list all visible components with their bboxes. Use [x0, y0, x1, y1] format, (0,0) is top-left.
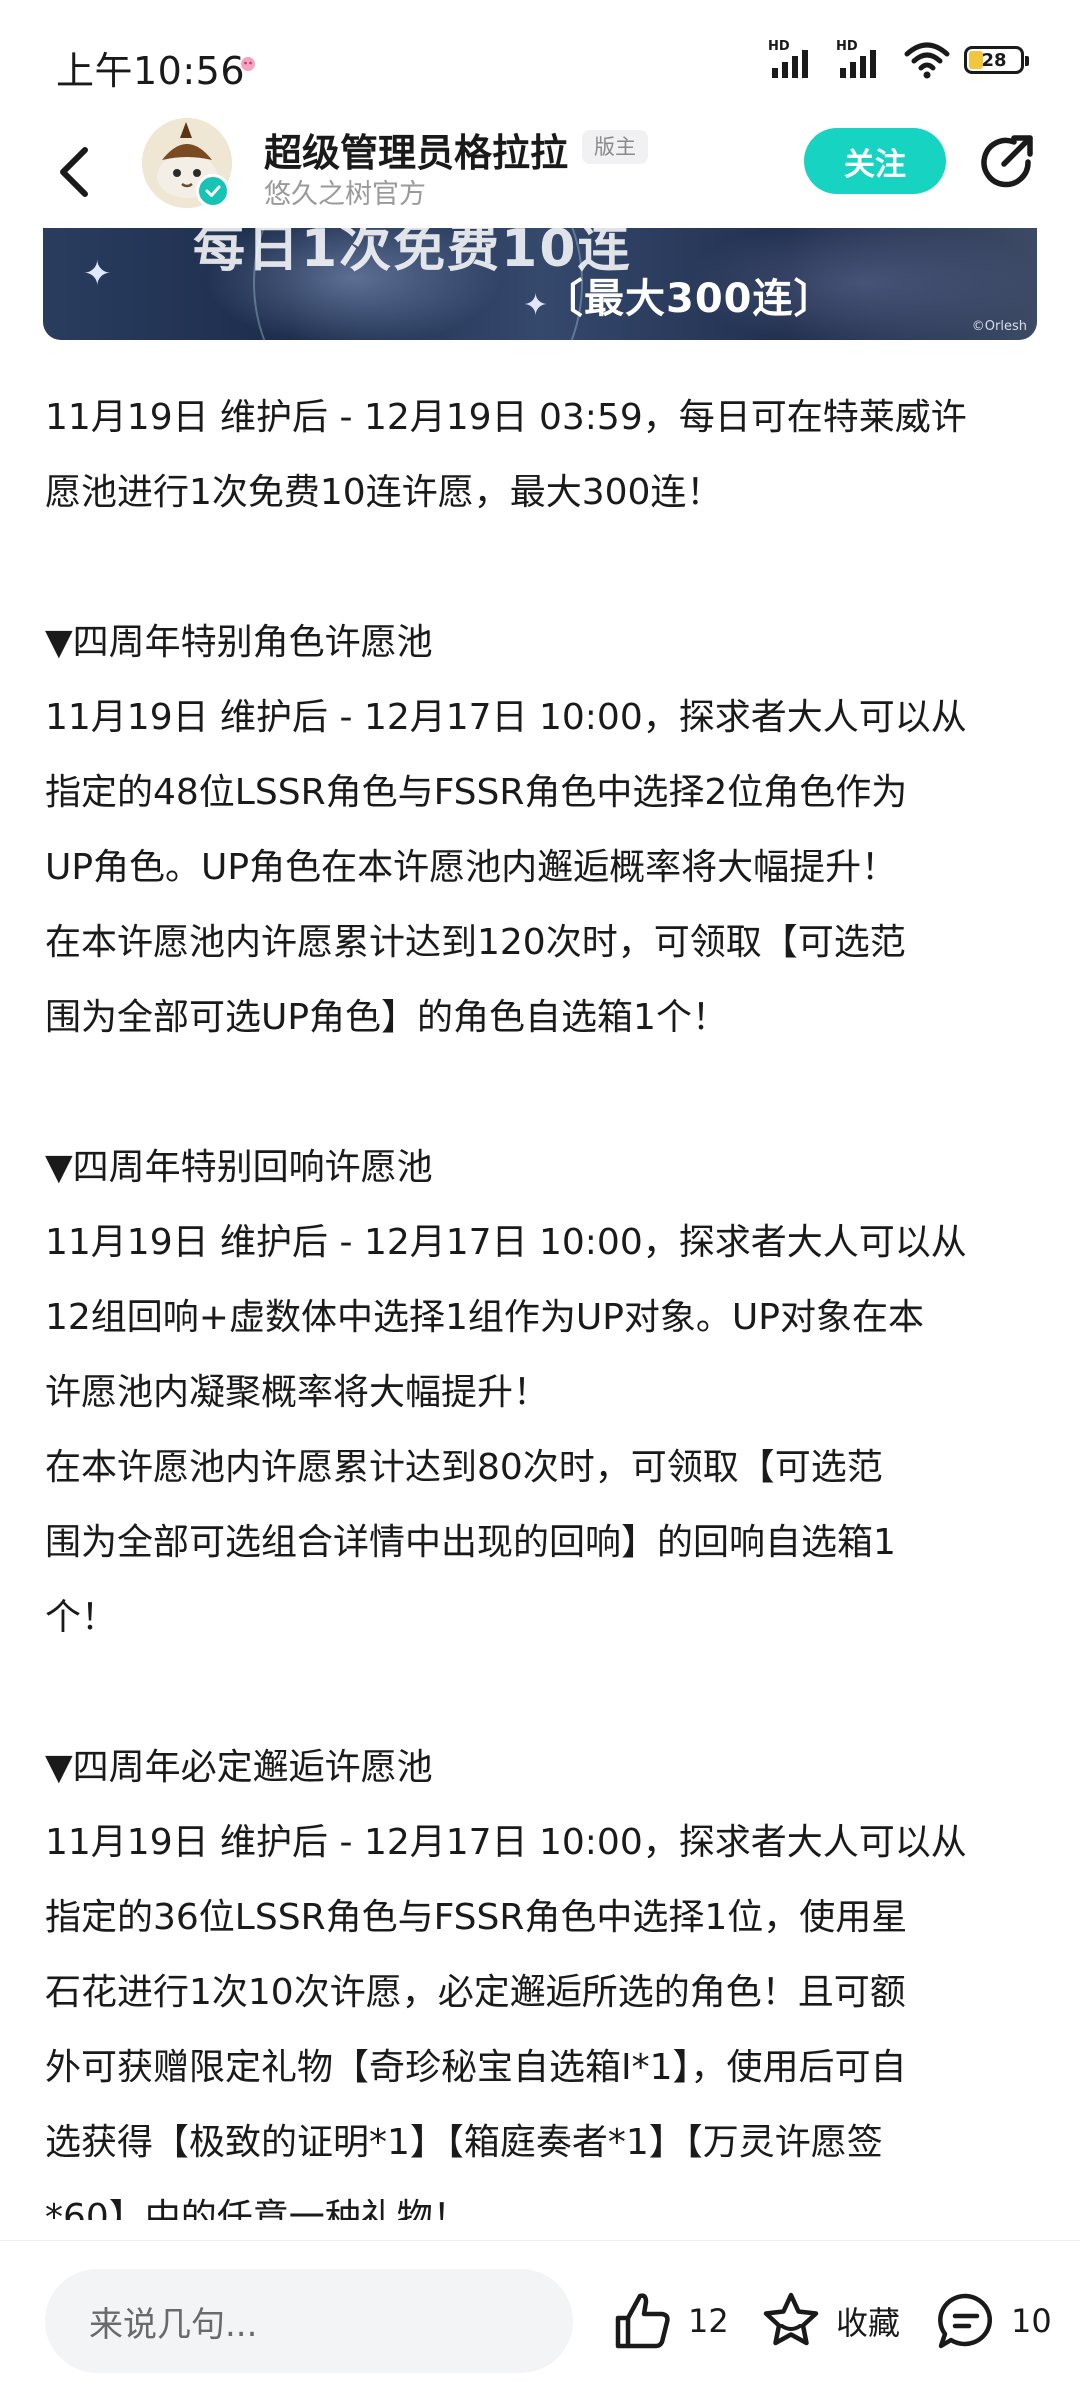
- article-line: 石花进行1次10次许愿，必定邂逅所选的角色！且可额: [45, 1972, 906, 2013]
- status-bar: 上午10:56 HD HD 28: [0, 0, 1080, 118]
- verified-badge: [196, 174, 230, 208]
- section-heading: ▼四周年特别角色许愿池: [45, 622, 433, 663]
- like-button[interactable]: 12: [612, 2281, 729, 2361]
- banner-credit: ©Orlesh: [971, 319, 1027, 334]
- article-line: 11月19日 维护后 - 12月17日 10:00，探求者大人可以从: [45, 1822, 967, 1863]
- article-line: 11月19日 维护后 - 12月19日 03:59，每日可在特莱威许: [45, 397, 967, 438]
- article-line: 在本许愿池内许愿累计达到120次时，可领取【可选范: [45, 922, 906, 963]
- article-line: 11月19日 维护后 - 12月17日 10:00，探求者大人可以从: [45, 1222, 967, 1263]
- article-line: 选获得【极致的证明*1】【箱庭奏者*1】【万灵许愿签: [45, 2122, 883, 2163]
- signal-icon: HD: [836, 40, 890, 80]
- article-line: 指定的36位LSSR角色与FSSR角色中选择1位，使用星: [45, 1897, 908, 1938]
- notification-dot-icon: [241, 57, 255, 71]
- speech-bubble-icon: [938, 2293, 992, 2349]
- like-count: 12: [688, 2302, 729, 2340]
- article-line: 个！: [45, 1597, 118, 1638]
- section-heading: ▼四周年必定邂逅许愿池: [45, 1747, 433, 1788]
- comment-input[interactable]: 来说几句...: [45, 2269, 573, 2373]
- favorite-button[interactable]: 收藏: [760, 2281, 900, 2361]
- article-line: 愿池进行1次免费10连许愿，最大300连！: [45, 472, 723, 513]
- share-arrow-icon: [981, 135, 1033, 188]
- sparkle-icon: ✦: [83, 254, 112, 294]
- article-line: 在本许愿池内许愿累计达到80次时，可领取【可选范: [45, 1447, 883, 1488]
- article-line: 指定的48位LSSR角色与FSSR角色中选择2位角色作为: [45, 772, 908, 813]
- article-line: 许愿池内凝聚概率将大幅提升！: [45, 1372, 550, 1413]
- status-icons: HD HD 28: [768, 38, 1029, 82]
- user-subtitle: 悠久之树官方: [264, 179, 426, 210]
- chevron-left-icon: [60, 147, 88, 197]
- thumbs-up-icon: [615, 2293, 670, 2349]
- favorite-label: 收藏: [836, 2304, 901, 2342]
- article-line: UP角色。UP角色在本许愿池内邂逅概率将大幅提升！: [45, 847, 898, 888]
- signal-icon: HD: [768, 40, 822, 80]
- battery-level: 28: [981, 49, 1007, 71]
- article-line: 围为全部可选组合详情中出现的回响】的回响自选箱1: [45, 1522, 896, 1563]
- follow-button[interactable]: 关注: [804, 128, 946, 194]
- back-button[interactable]: [44, 134, 104, 210]
- banner-subtitle: 〔最大300连〕: [543, 276, 835, 322]
- star-icon: [763, 2292, 819, 2346]
- share-button[interactable]: [976, 132, 1038, 194]
- bottom-action-bar: 来说几句... 12 收藏 10: [0, 2240, 1080, 2400]
- battery-icon: 28: [964, 46, 1029, 74]
- comment-count: 10: [1011, 2302, 1052, 2340]
- article-line: 外可获赠限定礼物【奇珍秘宝自选箱I*1】，使用后可自: [45, 2047, 907, 2088]
- wifi-icon: [904, 42, 950, 79]
- article-blank-line: [45, 530, 1039, 605]
- article-line: 12组回响+虚数体中选择1组作为UP对象。UP对象在本: [45, 1297, 924, 1338]
- article-line: *60】中的任意一种礼物！: [45, 2197, 469, 2220]
- event-banner[interactable]: ✦ ✦ 每日1次免费10连 〔最大300连〕 ©Orlesh: [43, 228, 1037, 340]
- article-blank-line: [45, 1055, 1039, 1130]
- role-badge: 版主: [582, 130, 648, 164]
- article-body: 11月19日 维护后 - 12月19日 03:59，每日可在特莱威许 愿池进行1…: [45, 380, 1039, 2220]
- comment-button[interactable]: 10: [935, 2281, 1052, 2361]
- check-badge-icon: [205, 185, 221, 197]
- username[interactable]: 超级管理员格拉拉: [264, 122, 568, 177]
- section-heading: ▼四周年特别回响许愿池: [45, 1147, 433, 1188]
- article-blank-line: [45, 1655, 1039, 1730]
- article-line: 11月19日 维护后 - 12月17日 10:00，探求者大人可以从: [45, 697, 967, 738]
- post-header: 超级管理员格拉拉 版主 悠久之树官方 关注: [0, 118, 1080, 228]
- status-time: 上午10:56: [56, 49, 246, 93]
- article-line: 围为全部可选UP角色】的角色自选箱1个！: [45, 997, 728, 1038]
